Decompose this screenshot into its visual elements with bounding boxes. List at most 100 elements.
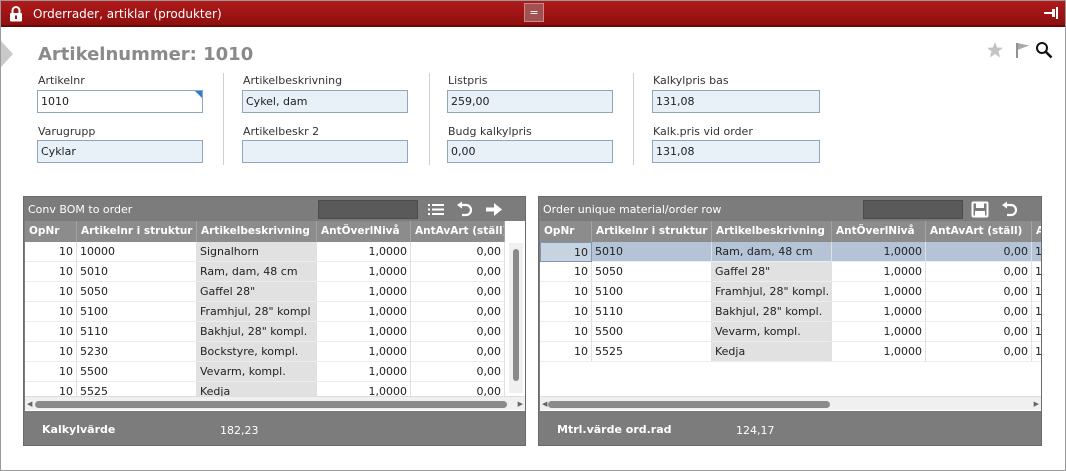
table-cell[interactable]: 1 bbox=[1032, 342, 1041, 362]
table-cell[interactable]: 5110 bbox=[592, 302, 712, 322]
table-cell[interactable]: 10 bbox=[540, 342, 592, 362]
table-cell[interactable]: Vevarm, kompl. bbox=[197, 362, 317, 382]
table-row[interactable]: 105500Vevarm, kompl.1,00000,001 bbox=[540, 322, 1041, 342]
table-cell[interactable]: 10 bbox=[25, 242, 77, 262]
table-cell[interactable]: 10 bbox=[25, 342, 77, 362]
table-cell[interactable]: 10 bbox=[25, 362, 77, 382]
table-cell[interactable]: Gaffel 28" bbox=[712, 262, 832, 282]
table-cell[interactable]: 1 bbox=[1032, 302, 1041, 322]
table-cell[interactable]: Bakhjul, 28" kompl. bbox=[712, 302, 832, 322]
table-cell[interactable]: Ram, dam, 48 cm bbox=[197, 262, 317, 282]
table-cell[interactable]: 10 bbox=[25, 302, 77, 322]
column-header[interactable]: AntÖverlNivå bbox=[832, 221, 926, 242]
conv-bom-horizontal-scrollbar[interactable]: ◀ ▶ bbox=[25, 396, 525, 410]
kalkylpris-bas-field[interactable]: 131,08 bbox=[652, 90, 820, 113]
scroll-left-icon[interactable]: ◀ bbox=[542, 400, 547, 408]
table-cell[interactable]: 1,0000 bbox=[317, 242, 411, 262]
scroll-left-icon[interactable]: ◀ bbox=[27, 400, 32, 408]
order-unique-horizontal-scrollbar[interactable]: ◀ ▶ bbox=[540, 396, 1041, 410]
column-header[interactable]: AntAvArt (ställ) bbox=[926, 221, 1032, 242]
table-cell[interactable]: 10 bbox=[540, 262, 592, 282]
lock-icon[interactable] bbox=[9, 6, 23, 22]
table-row[interactable]: 105525Kedja1,00000,001 bbox=[540, 342, 1041, 362]
flag-icon[interactable] bbox=[1014, 41, 1032, 59]
search-icon[interactable] bbox=[1035, 41, 1053, 59]
table-cell[interactable]: 5230 bbox=[77, 342, 197, 362]
table-cell[interactable]: 1,0000 bbox=[832, 302, 926, 322]
table-row[interactable]: 10 5100 Framhjul, 28" kompl 1,0000 0,00 bbox=[25, 302, 505, 322]
table-cell[interactable]: 1 bbox=[1032, 242, 1041, 262]
undo-icon[interactable] bbox=[456, 201, 474, 218]
table-cell[interactable]: 1,0000 bbox=[317, 322, 411, 342]
table-cell[interactable]: 10 bbox=[540, 322, 592, 342]
table-cell[interactable]: 5500 bbox=[592, 322, 712, 342]
column-header[interactable]: Artikelnr i struktur bbox=[592, 221, 712, 242]
column-header[interactable]: Artikelbeskrivning bbox=[197, 221, 317, 242]
table-cell[interactable]: 10 bbox=[540, 242, 592, 262]
table-cell[interactable]: Bakhjul, 28" kompl. bbox=[197, 322, 317, 342]
table-cell[interactable]: Bockstyre, kompl. bbox=[197, 342, 317, 362]
table-cell[interactable]: 10 bbox=[540, 282, 592, 302]
table-cell[interactable]: Framhjul, 28" kompl. bbox=[712, 282, 832, 302]
table-cell[interactable]: 10 bbox=[25, 322, 77, 342]
column-header[interactable]: Artikelnr i struktur bbox=[77, 221, 197, 242]
table-row[interactable]: 105010Ram, dam, 48 cm1,00000,001 bbox=[540, 242, 1041, 262]
conv-bom-vertical-scrollbar[interactable] bbox=[509, 243, 523, 393]
table-cell[interactable]: 10 bbox=[25, 262, 77, 282]
table-cell[interactable]: 0,00 bbox=[411, 362, 505, 382]
table-cell[interactable]: Gaffel 28" bbox=[197, 282, 317, 302]
table-cell[interactable]: 5100 bbox=[592, 282, 712, 302]
table-cell[interactable]: 10 bbox=[540, 302, 592, 322]
table-cell[interactable]: 1,0000 bbox=[317, 262, 411, 282]
table-cell[interactable]: Framhjul, 28" kompl bbox=[197, 302, 317, 322]
pin-icon[interactable] bbox=[1043, 6, 1059, 20]
table-cell[interactable]: 1,0000 bbox=[832, 282, 926, 302]
scroll-thumb[interactable] bbox=[548, 401, 830, 408]
table-cell[interactable]: 0,00 bbox=[926, 262, 1032, 282]
column-header[interactable]: Artikelbeskrivning bbox=[712, 221, 832, 242]
table-row[interactable]: 105100Framhjul, 28" kompl.1,00000,001 bbox=[540, 282, 1041, 302]
table-cell[interactable]: 1,0000 bbox=[317, 342, 411, 362]
table-cell[interactable]: 1,0000 bbox=[317, 362, 411, 382]
table-row[interactable]: 10 5500 Vevarm, kompl. 1,0000 0,00 bbox=[25, 362, 505, 382]
table-cell[interactable]: 5100 bbox=[77, 302, 197, 322]
artikelbeskrivning-field[interactable]: Cykel, dam bbox=[242, 90, 408, 113]
table-cell[interactable]: 0,00 bbox=[411, 282, 505, 302]
table-cell[interactable]: 1,0000 bbox=[832, 322, 926, 342]
order-unique-search-input[interactable] bbox=[863, 200, 963, 219]
table-cell[interactable]: 0,00 bbox=[411, 322, 505, 342]
table-row[interactable]: 10 5050 Gaffel 28" 1,0000 0,00 bbox=[25, 282, 505, 302]
table-cell[interactable]: 1,0000 bbox=[832, 342, 926, 362]
table-cell[interactable]: 5110 bbox=[77, 322, 197, 342]
undo-icon[interactable] bbox=[1001, 201, 1019, 218]
table-cell[interactable]: 5500 bbox=[77, 362, 197, 382]
table-cell[interactable]: Signalhorn bbox=[197, 242, 317, 262]
table-cell[interactable]: 5050 bbox=[77, 282, 197, 302]
table-row[interactable]: 105050Gaffel 28"1,00000,001 bbox=[540, 262, 1041, 282]
table-cell[interactable]: Ram, dam, 48 cm bbox=[712, 242, 832, 262]
scroll-thumb[interactable] bbox=[513, 249, 519, 381]
window-grip-handle[interactable]: = bbox=[524, 3, 544, 22]
table-cell[interactable]: 5010 bbox=[592, 242, 712, 262]
table-row[interactable]: 10 5110 Bakhjul, 28" kompl. 1,0000 0,00 bbox=[25, 322, 505, 342]
artikelnr-field[interactable]: 1010 bbox=[37, 90, 203, 113]
table-cell[interactable]: 10 bbox=[25, 282, 77, 302]
scroll-right-icon[interactable]: ▶ bbox=[1034, 400, 1039, 408]
table-cell[interactable]: 0,00 bbox=[926, 322, 1032, 342]
column-header[interactable]: OpNr bbox=[25, 221, 77, 242]
table-cell[interactable]: 1 bbox=[1032, 322, 1041, 342]
column-header[interactable]: AntÖverlNivå bbox=[317, 221, 411, 242]
budg-kalkylpris-field[interactable]: 0,00 bbox=[447, 140, 613, 163]
scroll-right-icon[interactable]: ▶ bbox=[518, 400, 523, 408]
table-row[interactable]: 10 10000 Signalhorn 1,0000 0,00 bbox=[25, 242, 505, 262]
table-cell[interactable]: 0,00 bbox=[411, 262, 505, 282]
table-cell[interactable]: 0,00 bbox=[926, 242, 1032, 262]
table-row[interactable]: 105110Bakhjul, 28" kompl.1,00000,001 bbox=[540, 302, 1041, 322]
table-cell[interactable]: 1 bbox=[1032, 282, 1041, 302]
table-cell[interactable]: 0,00 bbox=[411, 242, 505, 262]
list-icon[interactable] bbox=[427, 201, 445, 218]
table-cell[interactable]: 5525 bbox=[592, 342, 712, 362]
arrow-right-icon[interactable] bbox=[485, 201, 503, 218]
table-cell[interactable]: 5050 bbox=[592, 262, 712, 282]
kalk-pris-vid-order-field[interactable]: 131,08 bbox=[652, 140, 820, 163]
